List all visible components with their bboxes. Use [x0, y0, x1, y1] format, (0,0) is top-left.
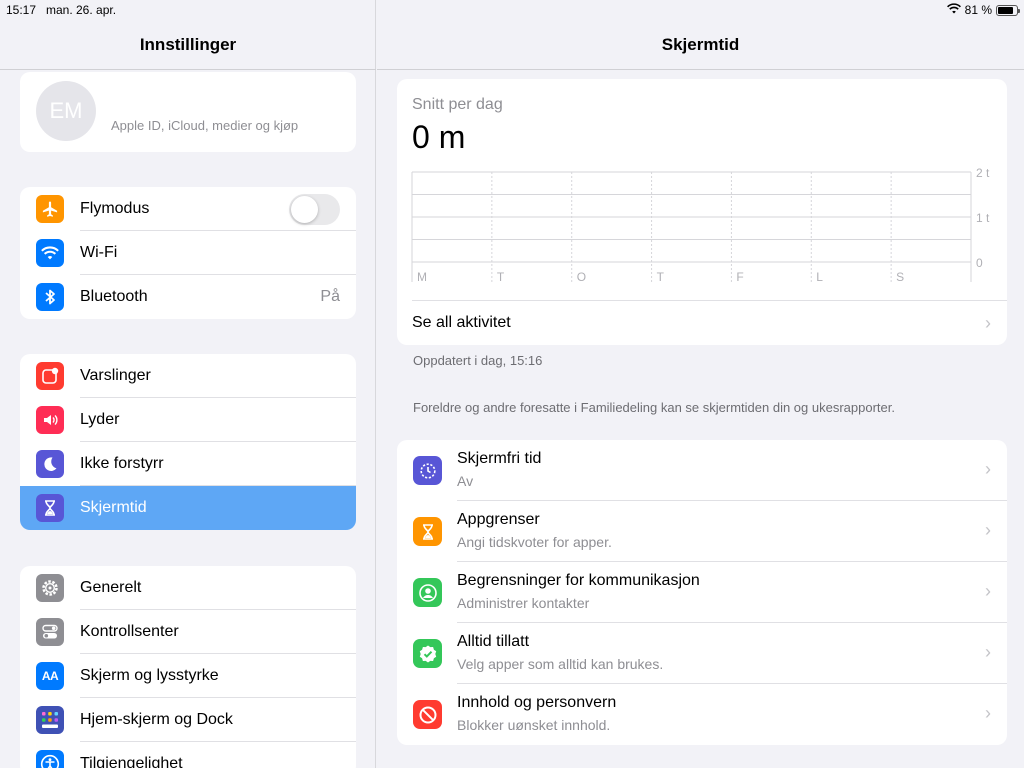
settings-sidebar: Innstillinger EM Apple ID, iCloud, medie… [0, 0, 376, 768]
chart-x-tick: F [736, 270, 743, 284]
usage-chart: M T O T F L S 2 t 1 t 0 [411, 166, 990, 284]
option-subtitle: Angi tidskvoter for apper. [457, 534, 612, 550]
sidebar-item-skjermtid[interactable]: Skjermtid [20, 486, 356, 530]
chart-x-tick: L [816, 270, 823, 284]
sidebar-item-tilgjengelighet[interactable]: Tilgjengelighet [20, 742, 356, 768]
option-title: Appgrenser [457, 511, 540, 528]
airplane-icon [36, 195, 64, 223]
chart-x-tick: T [497, 270, 505, 284]
wifi-icon [36, 239, 64, 267]
sidebar-item-value: På [320, 288, 340, 305]
chart-y-tick: 2 t [976, 166, 990, 180]
contact-icon [413, 578, 442, 607]
option-downtime[interactable]: Skjermfri tid Av › [397, 440, 1007, 501]
sidebar-item-hjem-skjerm-og-dock[interactable]: Hjem-skjerm og Dock [20, 698, 356, 742]
option-contact[interactable]: Begrensninger for kommunikasjon Administr… [397, 562, 1007, 623]
family-sharing-note: Foreldre og andre foresatte i Familiedel… [413, 400, 895, 415]
hourglass-icon [36, 494, 64, 522]
battery-percent: 81 % [964, 3, 992, 17]
restriction-icon [413, 700, 442, 729]
sidebar-item-label: Lyder [80, 411, 120, 428]
notifications-icon [36, 362, 64, 390]
option-title: Skjermfri tid [457, 450, 542, 467]
text-size-icon: AA [36, 662, 64, 690]
sidebar-item-label: Flymodus [80, 200, 150, 217]
screen-time-chart-card: Snitt per dag 0 m MTOTFLS2 t1 t0 Se all … [397, 79, 1007, 345]
airplane-mode-toggle[interactable] [289, 194, 340, 225]
status-date: man. 26. apr. [46, 3, 117, 17]
chart-x-tick: S [896, 270, 904, 284]
chevron-right-icon: › [985, 703, 991, 723]
moon-icon [36, 450, 64, 478]
sidebar-item-label: Ikke forstyrr [80, 455, 164, 472]
chevron-right-icon: › [985, 581, 991, 601]
sidebar-item-lyder[interactable]: Lyder [20, 398, 356, 442]
sidebar-item-ikke-forstyrr[interactable]: Ikke forstyrr [20, 442, 356, 486]
bluetooth-icon [36, 283, 64, 311]
chevron-right-icon: › [985, 312, 991, 333]
option-title: Begrensninger for kommunikasjon [457, 572, 700, 589]
accessibility-icon [36, 750, 64, 768]
option-hourglass[interactable]: Appgrenser Angi tidskvoter for apper. › [397, 501, 1007, 562]
sidebar-item-bluetooth[interactable]: Bluetooth På [20, 275, 356, 319]
screen-time-options: Skjermfri tid Av › Appgrenser Angi tidskvote… [397, 440, 1007, 745]
sidebar-item-label: Hjem-skjerm og Dock [80, 711, 233, 728]
general-group: Generelt Kontrollsenter AA Skjerm og lyssty… [20, 566, 356, 768]
chevron-right-icon: › [985, 642, 991, 662]
toggle-knob [291, 196, 318, 223]
sidebar-item-label: Tilgjengelighet [80, 755, 183, 768]
status-bar: 15:17 man. 26. apr. 81 % [0, 0, 1024, 20]
chevron-right-icon: › [985, 520, 991, 540]
chart-y-tick: 0 [976, 256, 983, 270]
toggles-icon [36, 618, 64, 646]
sidebar-item-label: Skjerm og lysstyrke [80, 667, 219, 684]
sidebar-item-wi-fi[interactable]: Wi-Fi [20, 231, 356, 275]
sidebar-item-label: Skjermtid [80, 499, 147, 516]
connectivity-group: Flymodus Wi-Fi Bluetooth På [20, 187, 356, 319]
sidebar-item-label: Varslinger [80, 367, 151, 384]
grid-icon [36, 706, 64, 734]
sidebar-item-label: Kontrollsenter [80, 623, 179, 640]
sidebar-item-generelt[interactable]: Generelt [20, 566, 356, 610]
status-right: 81 % [946, 3, 1020, 17]
option-restriction[interactable]: Innhold og personvern Blokker uønsket inn… [397, 684, 1007, 745]
avatar: EM [36, 81, 96, 141]
sidebar-item-flymodus[interactable]: Flymodus [20, 187, 356, 231]
updated-text: Oppdatert i dag, 15:16 [413, 353, 543, 368]
hourglass-icon [413, 517, 442, 546]
chart-x-tick: O [577, 270, 586, 284]
option-subtitle: Blokker uønsket innhold. [457, 717, 611, 733]
see-all-activity-button[interactable]: Se all aktivitet › [412, 300, 1007, 345]
sidebar-item-label: Generelt [80, 579, 142, 596]
wifi-status-icon [946, 3, 961, 17]
sidebar-item-label: Bluetooth [80, 288, 148, 305]
sidebar-item-varslinger[interactable]: Varslinger [20, 354, 356, 398]
option-subtitle: Velg apper som alltid kan brukes. [457, 656, 664, 672]
option-title: Innhold og personvern [457, 694, 617, 711]
gear-icon [36, 574, 64, 602]
speaker-icon [36, 406, 64, 434]
detail-title: Skjermtid [377, 20, 1024, 70]
chart-y-tick: 1 t [976, 211, 990, 225]
chart-x-tick: T [657, 270, 665, 284]
sidebar-item-kontrollsenter[interactable]: Kontrollsenter [20, 610, 356, 654]
sidebar-item-skjerm-og-lysstyrke[interactable]: AA Skjerm og lysstyrke [20, 654, 356, 698]
option-title: Alltid tillatt [457, 633, 530, 650]
sidebar-item-label: Wi-Fi [80, 244, 118, 261]
option-subtitle: Av [457, 473, 474, 489]
apple-id-subtitle: Apple ID, iCloud, medier og kjøp [111, 118, 299, 133]
see-all-label: Se all aktivitet [412, 314, 511, 331]
downtime-icon [413, 456, 442, 485]
apple-id-card[interactable]: EM Apple ID, iCloud, medier og kjøp [20, 72, 356, 152]
chevron-right-icon: › [985, 459, 991, 479]
notifications-group: Varslinger Lyder Ikke forstyrr Skjermtid [20, 354, 356, 530]
status-time: 15:17 [6, 3, 37, 17]
option-subtitle: Administrer kontakter [457, 595, 590, 611]
sidebar-title: Innstillinger [0, 20, 376, 70]
battery-icon [996, 4, 1020, 16]
option-checkmark-seal[interactable]: Alltid tillatt Velg apper som alltid kan … [397, 623, 1007, 684]
checkmark-seal-icon [413, 639, 442, 668]
chart-x-tick: M [417, 270, 427, 284]
